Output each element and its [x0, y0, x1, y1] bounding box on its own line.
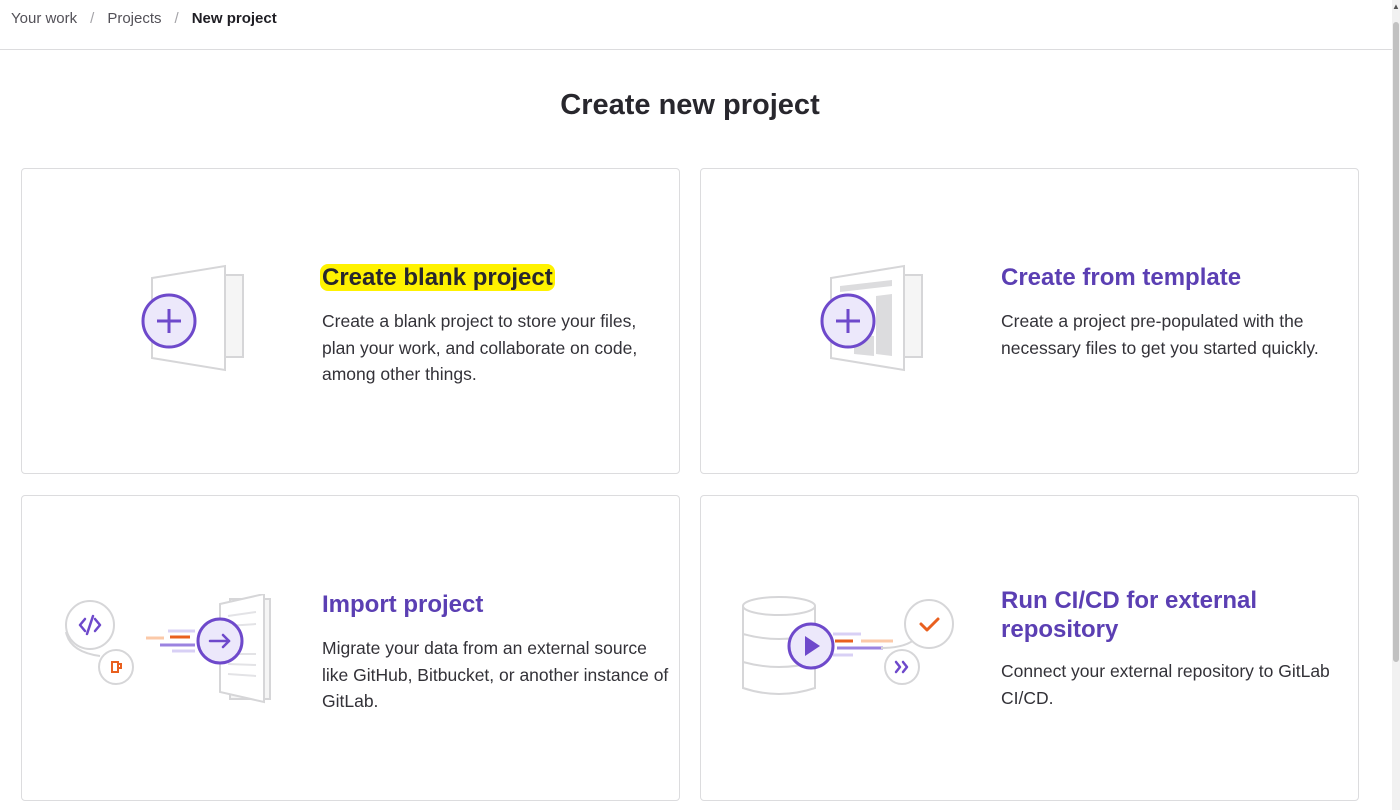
scroll-up-arrow-icon[interactable]: ▲: [1392, 0, 1400, 14]
run-cicd-external-card[interactable]: Run CI/CD for external repository Connec…: [700, 495, 1359, 801]
breadcrumb-projects[interactable]: Projects: [107, 10, 161, 27]
breadcrumb-your-work[interactable]: Your work: [11, 10, 77, 27]
card-description: Connect your external repository to GitL…: [1001, 661, 1330, 708]
breadcrumb-new-project: New project: [191, 10, 277, 27]
breadcrumb: Your work / Projects / New project: [0, 0, 1392, 50]
create-from-template-card[interactable]: Create from template Create a project pr…: [700, 168, 1359, 474]
scroll-thumb[interactable]: [1393, 22, 1399, 662]
card-title[interactable]: Create from template: [1001, 263, 1351, 292]
create-blank-project-card[interactable]: Create blank project Create a blank proj…: [21, 168, 680, 474]
card-title[interactable]: Create blank project: [320, 263, 672, 292]
template-project-illustration-icon: [796, 264, 936, 384]
card-description: Migrate your data from an external sourc…: [322, 638, 669, 711]
card-description: Create a project pre-populated with the …: [1001, 311, 1319, 358]
breadcrumb-separator: /: [90, 10, 95, 27]
page: Your work / Projects / New project ▲ Cre…: [0, 0, 1400, 810]
scrollbar[interactable]: ▲: [1392, 0, 1400, 810]
card-title[interactable]: Import project: [322, 590, 672, 619]
highlight-mark: Create blank project: [320, 264, 555, 291]
card-title[interactable]: Run CI/CD for external repository: [1001, 586, 1341, 644]
blank-project-illustration-icon: [117, 264, 257, 384]
cicd-external-illustration-icon: [741, 594, 966, 709]
import-project-illustration-icon: [60, 592, 285, 714]
breadcrumb-separator: /: [174, 10, 179, 27]
card-description: Create a blank project to store your fil…: [322, 311, 638, 384]
import-project-card[interactable]: Import project Migrate your data from an…: [21, 495, 680, 801]
page-title: Create new project: [560, 89, 820, 121]
